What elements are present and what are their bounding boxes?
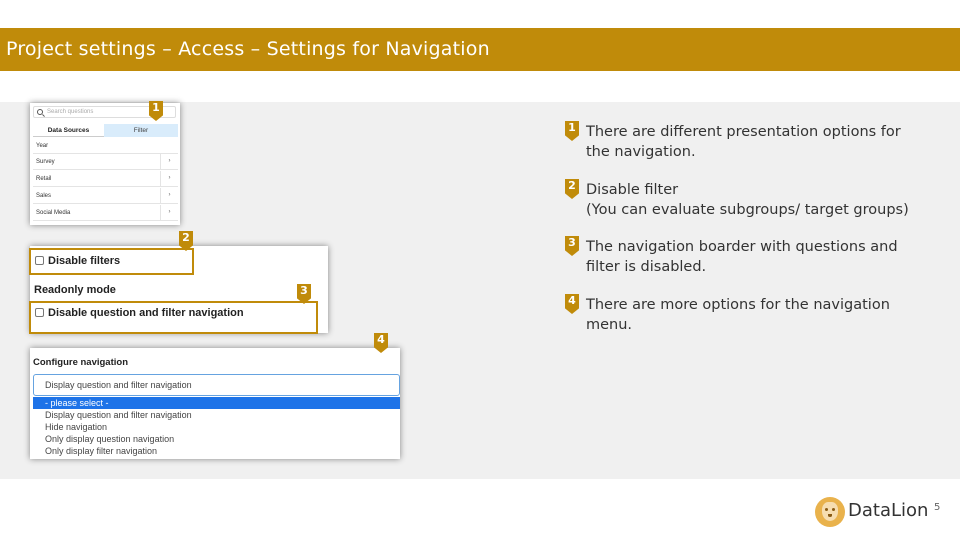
dropdown-option[interactable]: Display question and filter navigation [33, 409, 400, 421]
highlight-box-2 [29, 248, 194, 275]
search-icon [37, 109, 43, 115]
dropdown-option[interactable]: - please select - [33, 397, 400, 409]
explanation-2-line-1: Disable filter [586, 182, 679, 198]
list-item-label: Social Media [36, 210, 71, 216]
chevron-right-icon[interactable]: › [160, 171, 178, 186]
search-placeholder: Search questions [47, 109, 94, 115]
page-number: 5 [934, 502, 941, 513]
sidebar-screenshot: Search questions Data Sources Filter Yea… [30, 103, 180, 225]
chevron-right-icon[interactable]: › [160, 205, 178, 220]
tab-data-sources[interactable]: Data Sources [33, 124, 104, 137]
dropdown-option[interactable]: Hide navigation [33, 421, 400, 433]
lion-face-icon [822, 502, 838, 521]
dropdown-option[interactable]: Only display question navigation [33, 433, 400, 445]
list-item[interactable]: Survey › [33, 154, 178, 170]
list-item[interactable]: Retail › [33, 171, 178, 187]
slide-title: Project settings – Access – Settings for… [0, 28, 960, 71]
chevron-right-icon[interactable]: › [160, 154, 178, 169]
explanation-3-line-1: The navigation boarder with questions an… [586, 239, 898, 255]
list-item-label: Sales [36, 193, 52, 199]
list-item-label: Retail [36, 176, 52, 182]
navigation-select[interactable]: Display question and filter navigation [33, 374, 400, 396]
sidebar-tabs: Data Sources Filter [33, 124, 178, 137]
tab-filter[interactable]: Filter [104, 124, 178, 137]
explanation-3: The navigation boarder with questions an… [586, 237, 946, 277]
explanation-3-line-2: filter is disabled. [586, 259, 707, 275]
explanation-1-line-1: There are different presentation options… [586, 124, 901, 140]
chevron-right-icon[interactable]: › [160, 188, 178, 203]
list-item[interactable]: Year [33, 138, 178, 154]
list-item[interactable]: Sales › [33, 188, 178, 204]
explanation-4-line-2: menu. [586, 317, 633, 333]
explanation-4-line-1: There are more options for the navigatio… [586, 297, 890, 313]
explanation-1: There are different presentation options… [586, 122, 946, 162]
configure-navigation-screenshot: Configure navigation Display question an… [30, 348, 400, 459]
highlight-box-3 [29, 301, 318, 334]
explanation-1-line-2: the navigation. [586, 144, 696, 160]
explanation-4: There are more options for the navigatio… [586, 295, 946, 335]
list-item-label: Survey [36, 159, 55, 165]
explanation-2-line-2: (You can evaluate subgroups/ target grou… [586, 202, 909, 218]
explanation-2: Disable filter (You can evaluate subgrou… [586, 180, 946, 220]
readonly-mode-heading: Readonly mode [34, 284, 116, 296]
list-item[interactable]: Social Media › [33, 205, 178, 221]
dropdown-option[interactable]: Only display filter navigation [33, 445, 400, 457]
list-item-label: Year [36, 143, 49, 149]
logo-text: DataLion [848, 500, 929, 521]
configure-navigation-label: Configure navigation [33, 357, 128, 368]
